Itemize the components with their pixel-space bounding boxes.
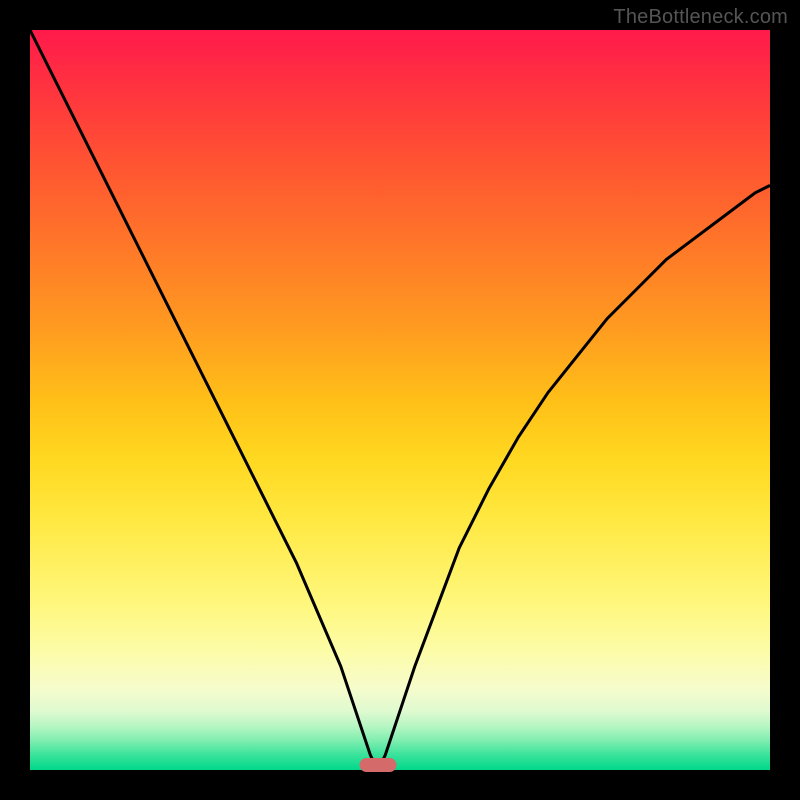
optimum-marker	[359, 758, 396, 772]
curve-right	[378, 185, 770, 770]
curve-left	[30, 30, 378, 770]
plot-area	[30, 30, 770, 770]
curve-svg	[30, 30, 770, 770]
watermark-text: TheBottleneck.com	[613, 6, 788, 29]
chart-frame: TheBottleneck.com	[0, 0, 800, 800]
